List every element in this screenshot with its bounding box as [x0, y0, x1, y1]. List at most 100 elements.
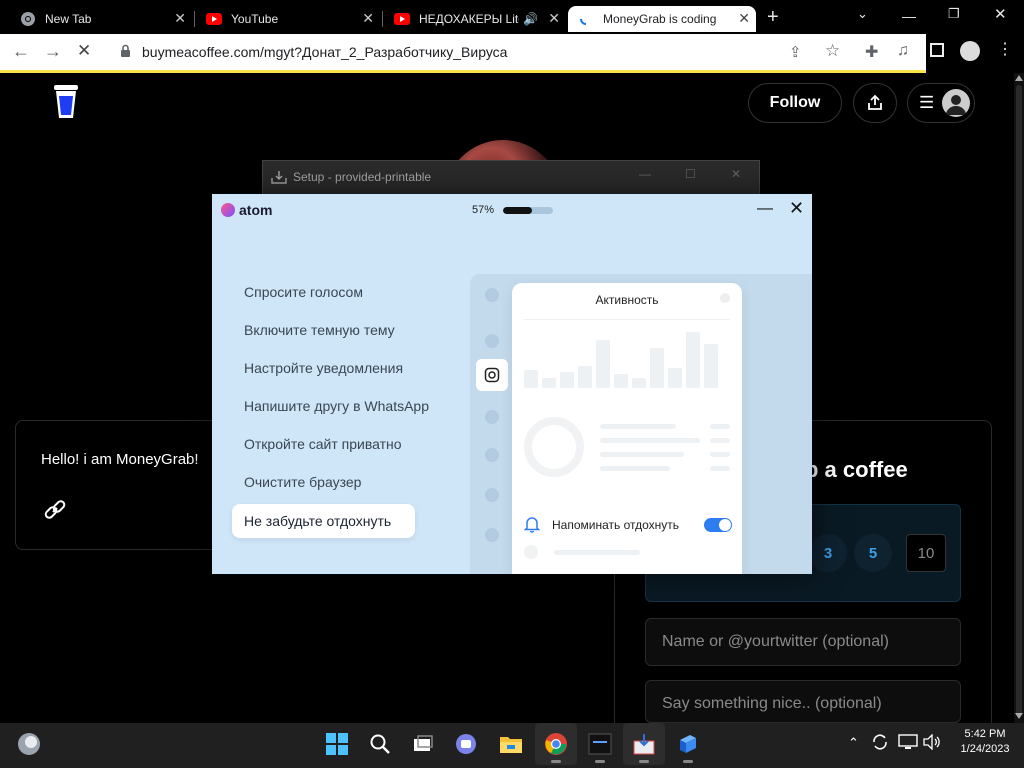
setup-window[interactable]: Setup - provided-printable — ☐ ✕: [262, 160, 760, 196]
widgets-icon[interactable]: [8, 723, 50, 765]
share-page-icon[interactable]: ⇪: [789, 43, 802, 61]
remind-break-row[interactable]: Напоминать отдохнуть: [523, 515, 734, 538]
setup-installer-taskbar-icon[interactable]: [623, 723, 665, 765]
window-close-icon[interactable]: ✕: [994, 5, 1007, 23]
installer-icon: [271, 170, 287, 189]
message-input[interactable]: Say something nice.. (optional): [645, 680, 961, 723]
chrome-menu-icon[interactable]: ⋮: [997, 39, 1013, 59]
tab-search-icon[interactable]: ⌄: [857, 6, 868, 22]
activity-card-dot: [720, 293, 730, 303]
share-button[interactable]: [853, 83, 897, 123]
new-tab-button[interactable]: +: [767, 6, 779, 29]
preview-sidebar-dot: [485, 288, 499, 302]
file-explorer-icon[interactable]: [490, 723, 532, 765]
profile-icon[interactable]: [960, 41, 980, 61]
tip-take-a-break[interactable]: Не забудьте отдохнуть: [232, 504, 415, 538]
tab-divider: [194, 11, 195, 27]
scroll-up-arrow[interactable]: [1015, 75, 1023, 81]
preview-sidebar-dot: [485, 334, 499, 348]
stat-line: [710, 438, 730, 443]
chrome-taskbar-icon[interactable]: [535, 723, 577, 765]
scrollbar[interactable]: [1014, 73, 1024, 723]
atom-installer-dialog: atom 57% — ✕ Спросите голосом Включите т…: [212, 194, 812, 574]
activity-bar: [542, 378, 556, 388]
tab-moneygrab[interactable]: MoneyGrab is coding ✕: [568, 6, 756, 32]
youtube-icon: [206, 11, 222, 27]
taskbar-clock[interactable]: 5:42 PM 1/24/2023: [954, 727, 1016, 757]
stat-line: [600, 424, 676, 429]
install-progress-text: 57%: [472, 204, 495, 216]
atom-logo-text: atom: [239, 202, 273, 218]
setup-minimize-icon[interactable]: —: [639, 167, 651, 181]
browser-toolbar-extras: ⋮: [926, 34, 1024, 72]
tab-new-tab[interactable]: New Tab ✕: [14, 6, 192, 32]
placeholder-line: [554, 550, 640, 555]
name-input[interactable]: Name or @yourtwitter (optional): [645, 618, 961, 666]
remind-break-toggle[interactable]: [704, 518, 732, 532]
sync-icon[interactable]: [871, 733, 889, 756]
intro-card: Hello! i am MoneyGrab!: [15, 420, 245, 550]
support-title: b a coffee: [805, 457, 908, 482]
preview-sidebar-dot: [485, 528, 499, 542]
preview-sidebar-dot: [485, 448, 499, 462]
start-icon[interactable]: [316, 723, 358, 765]
task-view-icon[interactable]: [402, 723, 444, 765]
show-hidden-icons[interactable]: ⌃: [848, 735, 859, 751]
tab-nedohakery[interactable]: НЕДОХАКЕРЫ Lite 🔊 ✕: [388, 6, 566, 32]
setup-maximize-icon[interactable]: ☐: [685, 167, 696, 181]
bookmark-star-icon[interactable]: ☆: [825, 41, 840, 61]
amount-3-button[interactable]: 3: [809, 534, 847, 572]
link-icon[interactable]: [42, 497, 68, 528]
sidebar-toggle-icon[interactable]: [930, 43, 944, 57]
remind-break-label: Напоминать отдохнуть: [552, 518, 680, 532]
media-control-icon[interactable]: ♫: [897, 42, 909, 60]
amount-5-button[interactable]: 5: [854, 534, 892, 572]
activity-bar: [632, 378, 646, 388]
amount-custom-input[interactable]: 10: [906, 534, 946, 572]
stat-line: [710, 466, 730, 471]
share-icon: [868, 94, 882, 110]
back-icon[interactable]: ←: [12, 41, 30, 62]
clock-date: 1/24/2023: [960, 743, 1010, 755]
bell-icon: [523, 515, 541, 538]
extensions-icon[interactable]: ✚: [865, 42, 878, 62]
restore-icon[interactable]: ❐: [948, 6, 960, 22]
follow-button[interactable]: Follow: [748, 83, 842, 123]
scrollbar-thumb[interactable]: [1016, 85, 1022, 715]
tip-voice[interactable]: Спросите голосом: [244, 284, 363, 300]
close-tab-icon[interactable]: ✕: [738, 10, 750, 27]
close-tab-icon[interactable]: ✕: [548, 10, 560, 27]
activity-card-title: Активность: [595, 293, 659, 307]
tab-youtube[interactable]: YouTube ✕: [200, 6, 380, 32]
activity-bar: [704, 344, 718, 388]
address-bar[interactable]: buymeacoffee.com/mgyt?Донат_2_Разработчи…: [114, 41, 854, 65]
tip-dark-theme[interactable]: Включите темную тему: [244, 322, 395, 338]
volume-icon[interactable]: [922, 733, 942, 755]
user-avatar-icon: [942, 89, 970, 117]
atom-installer-taskbar-icon[interactable]: [667, 723, 709, 765]
scroll-down-arrow[interactable]: [1015, 713, 1023, 719]
buymeacoffee-logo-icon[interactable]: [52, 82, 80, 120]
tip-whatsapp[interactable]: Напишите другу в WhatsApp: [244, 398, 429, 414]
network-icon[interactable]: [898, 734, 918, 755]
atom-minimize-icon[interactable]: —: [757, 200, 773, 218]
setup-close-icon[interactable]: ✕: [731, 167, 741, 181]
teams-chat-icon[interactable]: [445, 723, 487, 765]
close-tab-icon[interactable]: ✕: [362, 10, 374, 27]
chrome-icon: [20, 11, 36, 27]
tip-notifications[interactable]: Настройте уведомления: [244, 360, 403, 376]
tab-strip: New Tab ✕ YouTube ✕ НЕДОХАКЕРЫ Lite 🔊 ✕ …: [0, 0, 1024, 34]
tip-clear-browser[interactable]: Очистите браузер: [244, 474, 361, 490]
terminal-app-icon[interactable]: [579, 723, 621, 765]
stop-loading-icon[interactable]: ✕: [77, 41, 91, 61]
speaker-icon[interactable]: 🔊: [523, 12, 538, 26]
tip-private-mode[interactable]: Откройте сайт приватно: [244, 436, 402, 452]
activity-bar: [524, 370, 538, 388]
close-tab-icon[interactable]: ✕: [174, 10, 186, 27]
atom-close-icon[interactable]: ✕: [789, 198, 804, 219]
taskbar-search-icon[interactable]: [359, 723, 401, 765]
account-menu-button[interactable]: ☰: [907, 83, 975, 123]
minimize-icon[interactable]: —: [902, 8, 916, 24]
forward-icon[interactable]: →: [44, 41, 62, 62]
lock-icon[interactable]: [120, 44, 131, 63]
